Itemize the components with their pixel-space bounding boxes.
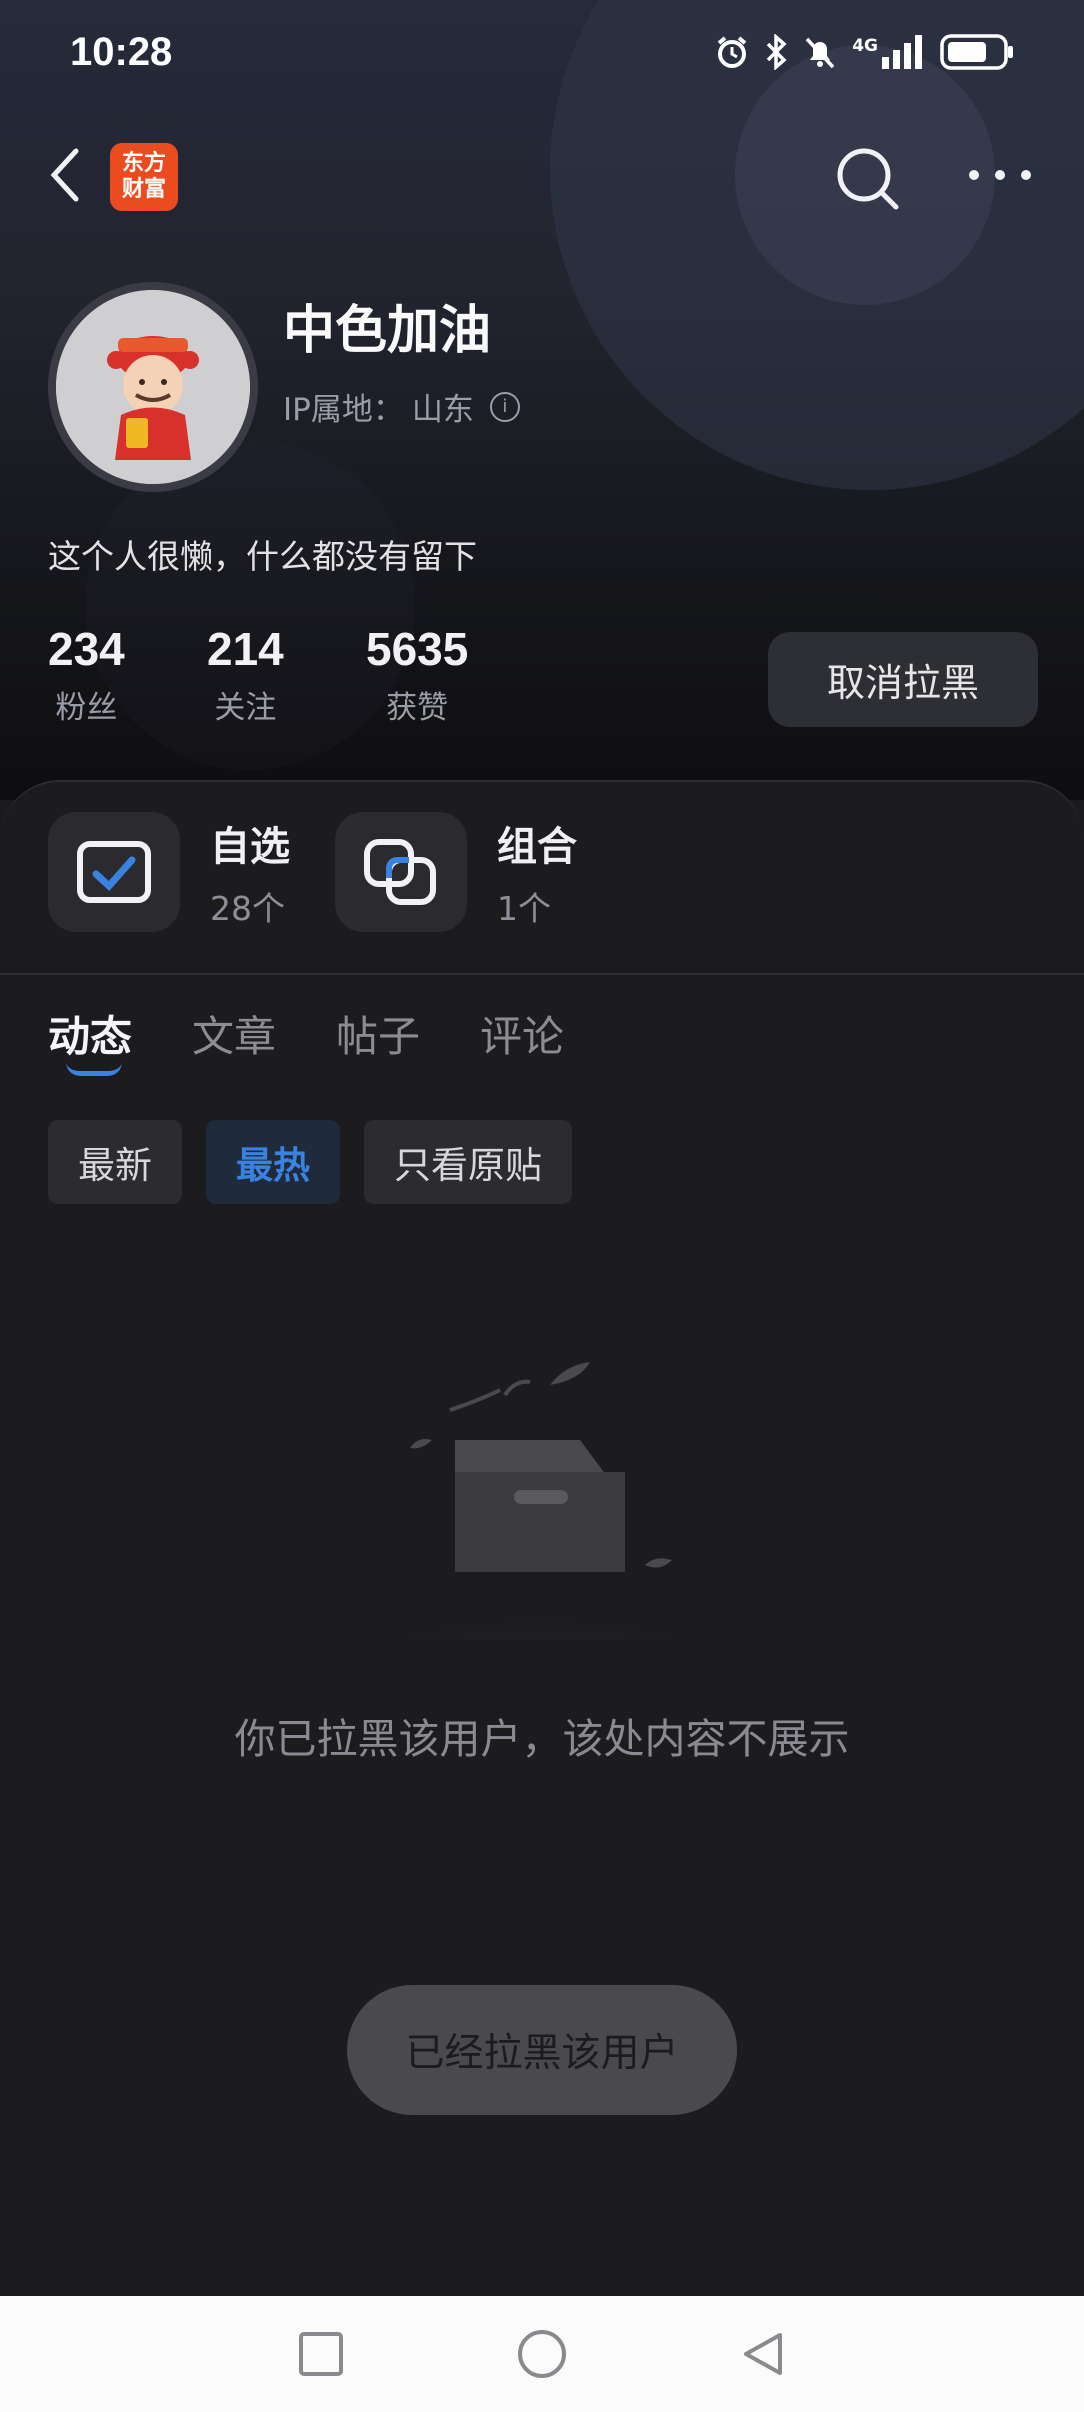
empty-state-message: 你已拉黑该用户，该处内容不展示: [234, 1715, 850, 1763]
active-tab-indicator: [66, 1062, 122, 1076]
portfolio-title: 组合: [497, 824, 577, 870]
battery-icon: [940, 34, 1013, 70]
filter-latest[interactable]: 最新: [48, 1120, 182, 1204]
ip-label: IP属地：: [283, 392, 404, 428]
stat-likes[interactable]: 5635 获赞: [366, 622, 468, 727]
ip-location: IP属地： 山东 i: [283, 384, 520, 429]
stat-fans[interactable]: 234 粉丝: [48, 622, 125, 727]
bio-text: 这个人很懒，什么都没有留下: [48, 537, 477, 576]
stat-label: 粉丝: [55, 690, 118, 726]
watchlist-entry[interactable]: 自选 28个: [48, 812, 290, 932]
portfolio-squares-icon: [335, 812, 467, 932]
filter-original-only[interactable]: 只看原贴: [364, 1120, 572, 1204]
network-type: 4G: [852, 36, 878, 56]
back-button[interactable]: [46, 145, 86, 205]
tab-articles[interactable]: 文章: [192, 1003, 276, 1064]
system-navigation-bar: [0, 2296, 1084, 2412]
portfolio-count: 1个: [497, 889, 551, 928]
stat-value: 5635: [366, 623, 469, 675]
filter-chips: 最新 最热 只看原贴: [48, 1120, 572, 1204]
tab-comments[interactable]: 评论: [480, 1003, 564, 1064]
content-tabs: 动态 文章 帖子 评论: [48, 1003, 564, 1064]
avatar[interactable]: [48, 282, 258, 492]
recent-apps-icon[interactable]: [296, 2329, 346, 2379]
status-icons: 4G: [714, 34, 1014, 70]
signal-icon: 4G: [852, 35, 926, 69]
logo-line-1: 东方: [121, 151, 166, 176]
stat-label: 关注: [214, 690, 277, 726]
unblock-button[interactable]: 取消拉黑: [768, 632, 1038, 727]
search-button[interactable]: [832, 143, 902, 213]
watchlist-title: 自选: [210, 824, 290, 870]
avatar-image: [56, 290, 250, 484]
more-button[interactable]: [965, 160, 1035, 190]
stat-label: 获赞: [386, 690, 449, 726]
watchlist-check-icon: [48, 812, 180, 932]
logo-line-2: 财富: [121, 177, 166, 202]
bluetooth-icon: [766, 34, 787, 70]
portfolio-entry[interactable]: 组合 1个: [335, 812, 577, 932]
toast-message: 已经拉黑该用户: [347, 1985, 737, 2115]
divider: [0, 973, 1084, 975]
search-icon: [837, 148, 899, 210]
more-dots-icon: [969, 170, 1031, 180]
mute-icon: [805, 37, 835, 69]
status-bar: 10:28 4G: [0, 0, 1084, 110]
stat-value: 234: [48, 623, 125, 675]
info-icon[interactable]: i: [489, 391, 520, 422]
status-time: 10:28: [70, 30, 173, 74]
tab-posts[interactable]: 帖子: [336, 1003, 420, 1064]
back-icon[interactable]: [738, 2329, 788, 2379]
home-icon[interactable]: [516, 2328, 568, 2380]
empty-box-icon: [310, 1360, 770, 1750]
stat-following[interactable]: 214 关注: [207, 622, 284, 727]
profile-page: 10:28 4G 东方 财富 中色加油 IP属地： 山东 i 这个人很懒，什么都…: [0, 0, 1084, 2412]
tab-feed[interactable]: 动态: [48, 1003, 132, 1064]
ip-value: 山东: [411, 392, 474, 428]
watchlist-count: 28个: [210, 889, 285, 928]
username: 中色加油: [283, 301, 492, 361]
eastmoney-logo[interactable]: 东方 财富: [110, 143, 178, 211]
alarm-icon: [717, 36, 747, 68]
filter-hottest[interactable]: 最热: [206, 1120, 340, 1204]
back-arrow-icon: [50, 148, 79, 202]
stat-value: 214: [207, 623, 284, 675]
